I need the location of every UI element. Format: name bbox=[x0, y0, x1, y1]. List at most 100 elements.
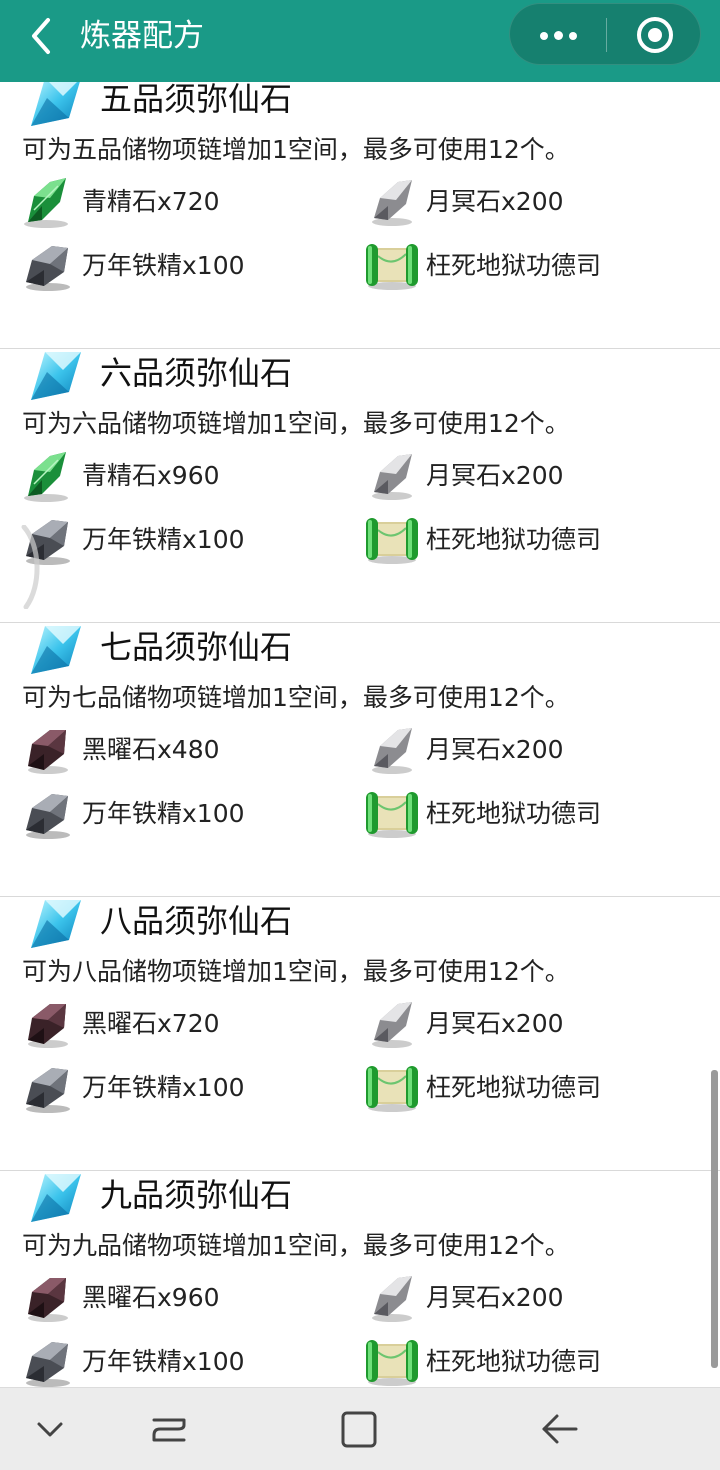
green-crystal-icon bbox=[20, 176, 76, 228]
swipe-hint-icon bbox=[21, 525, 40, 609]
material-label: 青精石x720 bbox=[82, 187, 220, 216]
material-label: 枉死地狱功德司 bbox=[426, 799, 602, 828]
material-label: 万年铁精x100 bbox=[82, 525, 245, 554]
material-item[interactable]: 万年铁精x100 bbox=[20, 786, 320, 842]
material-item[interactable]: 青精石x960 bbox=[20, 448, 320, 504]
material-item[interactable]: 月冥石x200 bbox=[364, 722, 664, 778]
material-item[interactable]: 月冥石x200 bbox=[364, 1270, 664, 1326]
green-crystal-icon bbox=[20, 450, 76, 502]
recent-apps-icon bbox=[152, 1418, 186, 1442]
system-nav-bar bbox=[0, 1387, 720, 1470]
more-dot-icon bbox=[540, 32, 548, 40]
material-label: 万年铁精x100 bbox=[82, 251, 245, 280]
material-item[interactable]: 枉死地狱功德司 bbox=[364, 1334, 664, 1387]
scroll-icon bbox=[364, 1336, 420, 1387]
material-label: 枉死地狱功德司 bbox=[426, 525, 602, 554]
recipe-card[interactable]: 九品须弥仙石可为九品储物项链增加1空间，最多可使用12个。黑曜石x960 月冥石x… bbox=[0, 1170, 720, 1387]
material-item[interactable]: 枉死地狱功德司 bbox=[364, 512, 664, 568]
target-dot-icon bbox=[648, 28, 662, 42]
material-item[interactable]: 月冥石x200 bbox=[364, 996, 664, 1052]
recipe-title: 六品须弥仙石 bbox=[100, 354, 293, 392]
recipe-card[interactable]: 八品须弥仙石可为八品储物项链增加1空间，最多可使用12个。黑曜石x720 月冥石x… bbox=[0, 896, 720, 1170]
material-label: 枉死地狱功德司 bbox=[426, 251, 602, 280]
material-label: 万年铁精x100 bbox=[82, 1347, 245, 1376]
material-item[interactable]: 月冥石x200 bbox=[364, 174, 664, 230]
blue-crystal-icon bbox=[25, 82, 85, 128]
recipe-card[interactable]: 六品须弥仙石可为六品储物项链增加1空间，最多可使用12个。青精石x960 月冥石x… bbox=[0, 348, 720, 622]
material-item[interactable]: 万年铁精x100 bbox=[20, 238, 320, 294]
material-label: 月冥石x200 bbox=[426, 1009, 564, 1038]
recipe-card[interactable]: 五品须弥仙石可为五品储物项链增加1空间，最多可使用12个。青精石x720 月冥石x… bbox=[0, 82, 720, 348]
material-item[interactable]: 黑曜石x960 bbox=[20, 1270, 320, 1326]
recipe-title: 七品须弥仙石 bbox=[100, 628, 293, 666]
chevron-left-icon bbox=[32, 18, 50, 54]
silver-stone-icon bbox=[364, 176, 420, 228]
blue-crystal-icon bbox=[25, 624, 85, 676]
material-item[interactable]: 枉死地狱功德司 bbox=[364, 1060, 664, 1116]
material-label: 月冥石x200 bbox=[426, 735, 564, 764]
scroll-icon bbox=[364, 788, 420, 840]
silver-stone-icon bbox=[364, 450, 420, 502]
chevron-down-icon bbox=[37, 1422, 63, 1437]
obsidian-icon bbox=[20, 998, 76, 1050]
recipe-description: 可为八品储物项链增加1空间，最多可使用12个。 bbox=[22, 957, 570, 986]
material-item[interactable]: 月冥石x200 bbox=[364, 448, 664, 504]
back-arrow-icon bbox=[542, 1414, 578, 1444]
blue-crystal-icon bbox=[25, 898, 85, 950]
scroll-icon bbox=[364, 514, 420, 566]
scroll-icon bbox=[364, 1062, 420, 1114]
hide-keyboard-button[interactable] bbox=[20, 1402, 80, 1458]
recipe-title: 五品须弥仙石 bbox=[100, 82, 293, 118]
recipe-description: 可为五品储物项链增加1空间，最多可使用12个。 bbox=[22, 135, 570, 164]
material-item[interactable]: 黑曜石x720 bbox=[20, 996, 320, 1052]
iron-ore-icon bbox=[20, 240, 76, 292]
obsidian-icon bbox=[20, 724, 76, 776]
close-miniprogram-button[interactable] bbox=[607, 4, 702, 66]
material-label: 万年铁精x100 bbox=[82, 799, 245, 828]
home-button[interactable] bbox=[329, 1402, 389, 1458]
home-icon bbox=[341, 1411, 377, 1448]
recipe-title: 八品须弥仙石 bbox=[100, 902, 293, 940]
app-header: 炼器配方 bbox=[0, 0, 720, 82]
silver-stone-icon bbox=[364, 1272, 420, 1324]
material-item[interactable]: 万年铁精x100 bbox=[20, 1334, 320, 1387]
material-item[interactable]: 万年铁精x100 bbox=[20, 1060, 320, 1116]
iron-ore-icon bbox=[20, 788, 76, 840]
material-label: 枉死地狱功德司 bbox=[426, 1347, 602, 1376]
back-nav-button[interactable] bbox=[530, 1402, 590, 1458]
material-item[interactable]: 青精石x720 bbox=[20, 174, 320, 230]
recipe-title: 九品须弥仙石 bbox=[100, 1176, 293, 1214]
material-label: 青精石x960 bbox=[82, 461, 220, 490]
obsidian-icon bbox=[20, 1272, 76, 1324]
scrollbar[interactable] bbox=[711, 1070, 718, 1368]
material-item[interactable]: 枉死地狱功德司 bbox=[364, 238, 664, 294]
iron-ore-icon bbox=[20, 1336, 76, 1387]
material-label: 月冥石x200 bbox=[426, 461, 564, 490]
material-item[interactable]: 黑曜石x480 bbox=[20, 722, 320, 778]
back-button[interactable] bbox=[22, 14, 62, 58]
recipe-description: 可为九品储物项链增加1空间，最多可使用12个。 bbox=[22, 1231, 570, 1260]
recent-apps-button[interactable] bbox=[138, 1402, 198, 1458]
page-title: 炼器配方 bbox=[80, 18, 204, 54]
material-item[interactable]: 万年铁精x100 bbox=[20, 512, 320, 568]
scroll-icon bbox=[364, 240, 420, 292]
blue-crystal-icon bbox=[25, 1172, 85, 1224]
material-label: 万年铁精x100 bbox=[82, 1073, 245, 1102]
recipe-description: 可为七品储物项链增加1空间，最多可使用12个。 bbox=[22, 683, 570, 712]
material-label: 黑曜石x720 bbox=[82, 1009, 220, 1038]
material-label: 黑曜石x480 bbox=[82, 735, 220, 764]
iron-ore-icon bbox=[20, 1062, 76, 1114]
more-dot-icon bbox=[554, 31, 563, 40]
more-button[interactable] bbox=[510, 4, 606, 66]
material-label: 黑曜石x960 bbox=[82, 1283, 220, 1312]
recipe-description: 可为六品储物项链增加1空间，最多可使用12个。 bbox=[22, 409, 570, 438]
more-dot-icon bbox=[569, 32, 577, 40]
material-label: 月冥石x200 bbox=[426, 1283, 564, 1312]
material-item[interactable]: 枉死地狱功德司 bbox=[364, 786, 664, 842]
recipe-card[interactable]: 七品须弥仙石可为七品储物项链增加1空间，最多可使用12个。黑曜石x480 月冥石x… bbox=[0, 622, 720, 896]
mini-program-capsule bbox=[509, 3, 701, 65]
silver-stone-icon bbox=[364, 724, 420, 776]
blue-crystal-icon bbox=[25, 350, 85, 402]
material-label: 月冥石x200 bbox=[426, 187, 564, 216]
recipe-list[interactable]: 五品须弥仙石可为五品储物项链增加1空间，最多可使用12个。青精石x720 月冥石x… bbox=[0, 82, 720, 1387]
